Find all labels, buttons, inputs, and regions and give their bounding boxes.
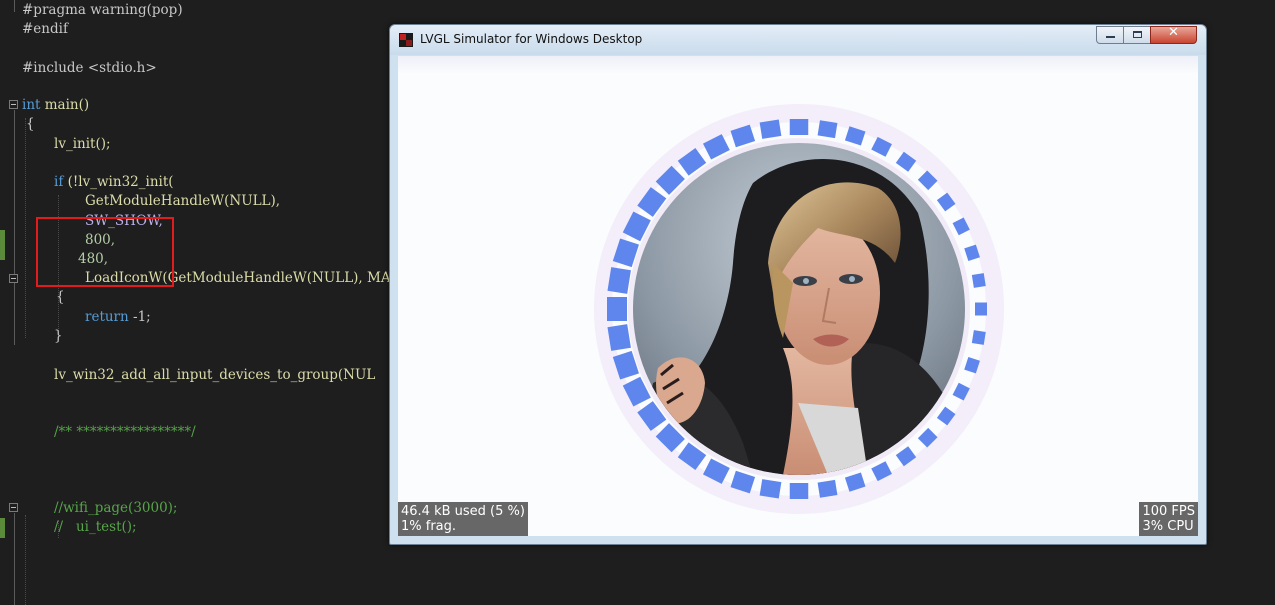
lvgl-app-icon — [399, 33, 413, 47]
code-line: lv_init(); — [54, 136, 111, 152]
code-line: //wifi_page(3000); — [54, 500, 178, 516]
code-line: lv_win32_add_all_input_devices_to_group(… — [54, 367, 376, 383]
code-line: /** *****************/ — [54, 424, 196, 440]
ring-segment — [817, 120, 838, 139]
code-line: #endif — [22, 21, 68, 37]
fold-line — [14, 0, 15, 12]
code-line: int main() — [22, 97, 90, 113]
code-line: #pragma warning(pop) — [22, 2, 183, 18]
change-marker — [0, 230, 5, 260]
indent-guide — [25, 515, 26, 605]
ring-segment — [971, 273, 986, 288]
ring-segment — [817, 479, 838, 498]
window-title: LVGL Simulator for Windows Desktop — [420, 32, 643, 46]
performance-monitor-label: 100 FPS 3% CPU — [1139, 502, 1198, 536]
ring-segment — [607, 267, 631, 294]
close-button[interactable]: ✕ — [1150, 25, 1197, 44]
code-line: { — [26, 116, 35, 132]
ring-segment — [789, 119, 809, 135]
fold-toggle-icon[interactable] — [9, 503, 18, 512]
code-line: return -1; — [85, 309, 151, 325]
code-line: #include <stdio.h> — [22, 60, 157, 76]
minimize-button[interactable] — [1096, 26, 1124, 44]
ring-segment — [789, 483, 809, 499]
code-line: { — [56, 289, 65, 305]
ring-segment — [607, 297, 627, 321]
maximize-button[interactable] — [1123, 26, 1151, 44]
highlight-annotation-box — [36, 217, 174, 287]
code-line: GetModuleHandleW(NULL), — [85, 193, 281, 209]
fold-toggle-icon[interactable] — [9, 100, 18, 109]
fold-line — [14, 513, 15, 605]
code-line: if (!lv_win32_init( — [54, 174, 174, 190]
ring-segment — [607, 324, 631, 351]
portrait-photo — [633, 143, 965, 475]
indent-guide — [25, 118, 26, 338]
ring-segment — [759, 479, 782, 499]
ring-segment — [759, 119, 782, 139]
ring-segment — [971, 330, 986, 345]
ring-segment — [975, 302, 987, 316]
change-marker — [0, 518, 5, 538]
circular-portrait-image — [633, 143, 965, 475]
simulator-window[interactable]: LVGL Simulator for Windows Desktop ✕ 46.… — [389, 24, 1207, 545]
fold-toggle-icon[interactable] — [9, 274, 18, 283]
code-line: // ui_test(); — [54, 519, 137, 535]
close-icon: ✕ — [1168, 25, 1179, 40]
fold-line — [14, 110, 15, 345]
lvgl-display-canvas[interactable]: 46.4 kB used (5 %) 1% frag. 100 FPS 3% C… — [398, 56, 1198, 536]
code-line: } — [54, 328, 63, 344]
memory-monitor-label: 46.4 kB used (5 %) 1% frag. — [398, 502, 528, 536]
window-titlebar[interactable]: LVGL Simulator for Windows Desktop ✕ — [390, 25, 1206, 55]
